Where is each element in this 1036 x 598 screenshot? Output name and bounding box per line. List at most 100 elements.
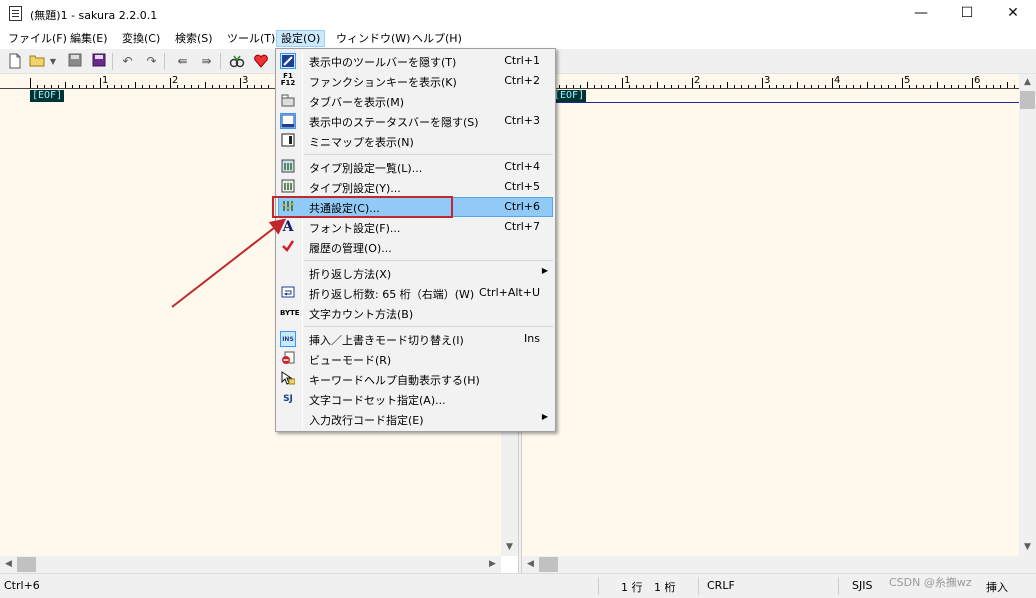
maximize-button[interactable]: ☐ xyxy=(944,0,990,28)
ruler-tick xyxy=(692,78,693,88)
menu-search[interactable]: 検索(S) xyxy=(171,30,217,47)
menu-item-wrap-columns[interactable]: 折り返し桁数: 65 桁（右端）(W) Ctrl+Alt+U xyxy=(278,283,553,303)
ruler-tick xyxy=(156,85,157,88)
menu-item-label: タイプ別設定(Y)... xyxy=(309,182,401,195)
save-icon[interactable] xyxy=(66,53,83,70)
menu-tools[interactable]: ツール(T) xyxy=(223,30,279,47)
toolbar-separator xyxy=(220,53,221,70)
scroll-up-icon[interactable]: ▲ xyxy=(1019,74,1036,91)
ruler-tick xyxy=(198,85,199,88)
open-folder-icon[interactable] xyxy=(28,53,45,70)
redo-icon[interactable]: ↷ xyxy=(143,53,160,70)
ruler-tick xyxy=(902,78,903,88)
ruler-tick xyxy=(972,78,973,88)
menu-item-show-minimap[interactable]: ミニマップを表示(N) xyxy=(278,131,553,151)
ruler-tick xyxy=(930,85,931,88)
ruler-tick xyxy=(881,85,882,88)
insert-mode-icon: INS xyxy=(280,331,296,347)
menu-item-hide-status-bar[interactable]: 表示中のステータスバーを隠す(S) Ctrl+3 xyxy=(278,111,553,131)
ruler-tick xyxy=(79,85,80,88)
ruler-tick xyxy=(776,85,777,88)
menu-item-font-settings[interactable]: A フォント設定(F)... Ctrl+7 xyxy=(278,217,553,237)
menu-item-show-tab-bar[interactable]: タブバーを表示(M) xyxy=(278,91,553,111)
ruler-tick xyxy=(135,82,136,88)
eof-marker: [EOF] xyxy=(30,90,65,102)
status-eol[interactable]: CRLF xyxy=(707,579,735,592)
eof-marker: [EOF] xyxy=(552,90,587,102)
jump-forward-icon[interactable]: ⇛ xyxy=(198,53,215,70)
ruler-tick xyxy=(86,85,87,88)
menu-item-charset[interactable]: SJ 文字コードセット指定(A)... xyxy=(278,389,553,409)
ruler-tick xyxy=(261,85,262,88)
save-all-icon[interactable] xyxy=(90,53,107,70)
scroll-left-icon[interactable]: ◀ xyxy=(522,556,539,573)
ruler-tick xyxy=(874,85,875,88)
ruler-tick xyxy=(573,85,574,88)
menu-settings[interactable]: 設定(O) xyxy=(276,30,326,47)
status-column: 1 桁 xyxy=(654,581,676,594)
menu-item-insert-overwrite[interactable]: INS 挿入／上書きモード切り替え(I) Ins xyxy=(278,329,553,349)
grep-search-icon[interactable] xyxy=(228,53,245,70)
status-encoding[interactable]: SJIS xyxy=(852,579,872,592)
menu-item-show-function-keys[interactable]: F1 F12 ファンクションキーを表示(K) Ctrl+2 xyxy=(278,71,553,91)
ruler-tick xyxy=(671,85,672,88)
menu-item-newline-code[interactable]: 入力改行コード指定(E) ▶ xyxy=(278,409,553,429)
status-line: 1 行 xyxy=(621,581,643,594)
ruler-tick xyxy=(804,85,805,88)
scroll-down-icon[interactable]: ▼ xyxy=(1019,539,1036,556)
menu-convert[interactable]: 変換(C) xyxy=(118,30,164,47)
ruler-tick xyxy=(37,85,38,88)
ruler-tick xyxy=(650,85,651,88)
jump-back-icon[interactable]: ⇚ xyxy=(174,53,191,70)
ruler-tick xyxy=(797,82,798,88)
menu-item-label: ミニマップを表示(N) xyxy=(309,136,414,149)
status-bar: Ctrl+6 1 行 1 桁 CRLF SJIS 挿入 xyxy=(0,573,1036,598)
ruler-tick xyxy=(699,85,700,88)
undo-icon[interactable]: ↶ xyxy=(119,53,136,70)
menu-item-hide-toolbar[interactable]: 表示中のツールバーを隠す(T) Ctrl+1 xyxy=(278,51,553,71)
menu-item-history[interactable]: 履歴の管理(O)... xyxy=(278,237,553,257)
vertical-scrollbar-right[interactable]: ▲ ▼ xyxy=(1019,74,1036,556)
menu-file[interactable]: ファイル(F) xyxy=(4,30,71,47)
ruler-tick xyxy=(184,85,185,88)
scroll-thumb[interactable] xyxy=(539,557,558,572)
ruler-tick xyxy=(636,85,637,88)
menu-item-char-count-method[interactable]: BYTE 文字カウント方法(B) xyxy=(278,303,553,323)
close-button[interactable]: ✕ xyxy=(990,0,1036,28)
ruler-tick xyxy=(247,85,248,88)
ruler-tick xyxy=(212,85,213,88)
ruler-tick xyxy=(177,85,178,88)
menu-help[interactable]: ヘルプ(H) xyxy=(408,30,466,47)
heart-icon[interactable] xyxy=(252,53,269,70)
scroll-thumb[interactable] xyxy=(1020,91,1035,109)
horizontal-scrollbar-right[interactable]: ◀ xyxy=(522,556,1036,573)
menu-item-shortcut: Ctrl+3 xyxy=(504,114,540,127)
ruler-tick xyxy=(734,85,735,88)
ruler-tick xyxy=(226,85,227,88)
menu-edit[interactable]: 編集(E) xyxy=(66,30,112,47)
menu-item-keyword-help[interactable]: キーワードヘルプ自動表示する(H) xyxy=(278,369,553,389)
status-mode[interactable]: 挿入 xyxy=(986,579,1008,595)
ruler-tick xyxy=(720,85,721,88)
ruler-tick xyxy=(713,85,714,88)
menu-item-type-settings[interactable]: タイプ別設定(Y)... Ctrl+5 xyxy=(278,177,553,197)
menu-window[interactable]: ウィンドウ(W) xyxy=(332,30,414,47)
minimize-button[interactable]: — xyxy=(898,0,944,28)
new-file-icon[interactable] xyxy=(6,53,23,70)
horizontal-scrollbar-left[interactable]: ◀ ▶ xyxy=(0,556,501,573)
scroll-right-icon[interactable]: ▶ xyxy=(484,556,501,573)
ruler-tick xyxy=(580,85,581,88)
editor-pane-right[interactable]: 123456 [EOF] xyxy=(522,74,1019,556)
ruler-tick xyxy=(916,85,917,88)
scroll-left-icon[interactable]: ◀ xyxy=(0,556,17,573)
ruler-tick xyxy=(748,85,749,88)
scroll-thumb[interactable] xyxy=(17,557,36,572)
menu-separator xyxy=(304,326,553,327)
dropdown-arrow-icon[interactable]: ▼ xyxy=(48,53,58,70)
menu-item-wrap-method[interactable]: 折り返し方法(X) ▶ xyxy=(278,263,553,283)
menu-item-type-settings-list[interactable]: タイプ別設定一覧(L)... Ctrl+4 xyxy=(278,157,553,177)
menu-item-view-mode[interactable]: ビューモード(R) xyxy=(278,349,553,369)
scroll-down-icon[interactable]: ▼ xyxy=(501,539,518,556)
ruler-tick xyxy=(958,85,959,88)
menu-bar: ファイル(F) 編集(E) 変換(C) 検索(S) ツール(T) 設定(O) ウ… xyxy=(0,28,1036,48)
